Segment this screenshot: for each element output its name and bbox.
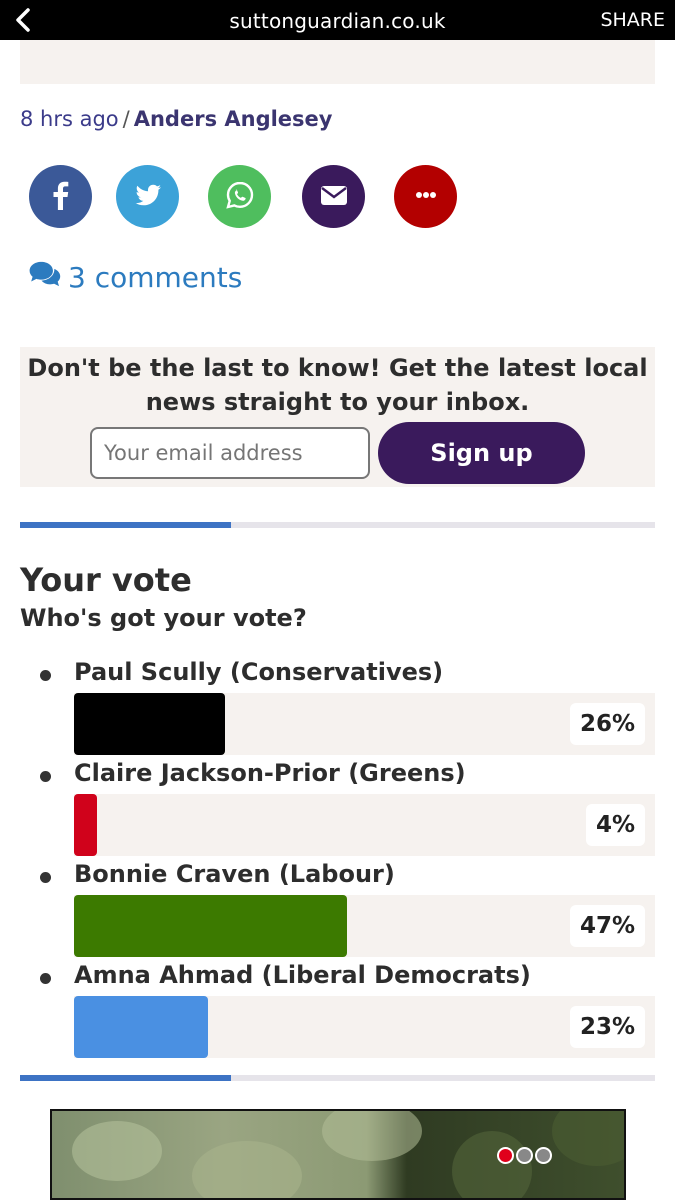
- poll-option-label: Bonnie Craven (Labour): [74, 860, 395, 888]
- newsletter-signup: Don't be the last to know! Get the lates…: [20, 347, 655, 487]
- poll-result-percent: 4%: [585, 804, 645, 846]
- poll-top-divider: [20, 522, 655, 528]
- poll-option-label: Amna Ahmad (Liberal Democrats): [74, 961, 531, 989]
- divider-accent: [20, 1075, 231, 1081]
- poll-question: Who's got your vote?: [20, 604, 307, 632]
- divider-accent: [20, 522, 231, 528]
- comments-icon: [28, 260, 62, 295]
- ellipsis-icon: [410, 179, 442, 215]
- twitter-icon: [132, 179, 164, 215]
- ad-foliage: [192, 1141, 302, 1198]
- poll-title: Your vote: [20, 561, 192, 599]
- comments-count: 3 comments: [68, 261, 243, 294]
- poll-option-label: Paul Scully (Conservatives): [74, 658, 444, 686]
- poll-result-percent: 26%: [569, 703, 645, 745]
- publish-time: 8 hrs ago: [20, 107, 119, 131]
- facebook-share-button[interactable]: [29, 165, 92, 228]
- email-input[interactable]: [90, 427, 370, 479]
- advertisement-banner[interactable]: [50, 1109, 626, 1200]
- carousel-dot[interactable]: [497, 1147, 514, 1164]
- newsletter-promo-text: Don't be the last to know! Get the lates…: [27, 354, 648, 416]
- poll-result-bar: 47%: [74, 895, 655, 957]
- whatsapp-icon: [224, 179, 256, 215]
- bullet: [40, 973, 51, 984]
- poll-result-bar: 23%: [74, 996, 655, 1058]
- bullet: [40, 872, 51, 883]
- poll-result-percent: 47%: [569, 905, 645, 947]
- signup-button[interactable]: Sign up: [378, 422, 585, 484]
- carousel-dot[interactable]: [516, 1147, 533, 1164]
- comments-link[interactable]: 3 comments: [28, 260, 242, 295]
- email-share-button[interactable]: [302, 165, 365, 228]
- site-domain: suttonguardian.co.uk: [229, 9, 446, 33]
- ad-carousel-dots: [497, 1147, 552, 1164]
- bullet: [40, 670, 51, 681]
- more-share-button[interactable]: [394, 165, 457, 228]
- poll-result-fill: [74, 895, 347, 957]
- content-box: [20, 40, 655, 84]
- envelope-icon: [318, 179, 350, 215]
- poll-result-fill: [74, 794, 97, 856]
- author-link[interactable]: Anders Anglesey: [134, 107, 333, 131]
- poll-result-percent: 23%: [569, 1006, 645, 1048]
- whatsapp-share-button[interactable]: [208, 165, 271, 228]
- twitter-share-button[interactable]: [116, 165, 179, 228]
- poll-result-fill: [74, 693, 225, 755]
- bullet: [40, 771, 51, 782]
- ad-foliage: [322, 1111, 422, 1161]
- carousel-dot[interactable]: [535, 1147, 552, 1164]
- poll-bottom-divider: [20, 1075, 655, 1081]
- ad-foliage: [552, 1111, 624, 1166]
- ad-foliage: [452, 1131, 532, 1198]
- facebook-icon: [45, 179, 77, 215]
- byline-separator: /: [122, 107, 130, 131]
- poll-result-fill: [74, 996, 208, 1058]
- poll-result-bar: 26%: [74, 693, 655, 755]
- poll-option-label: Claire Jackson-Prior (Greens): [74, 759, 466, 787]
- byline: 8 hrs ago / Anders Anglesey: [20, 107, 333, 131]
- browser-top-bar: suttonguardian.co.uk SHARE: [0, 0, 675, 40]
- poll-result-bar: 4%: [74, 794, 655, 856]
- share-button[interactable]: SHARE: [600, 9, 665, 31]
- ad-foliage: [72, 1121, 162, 1181]
